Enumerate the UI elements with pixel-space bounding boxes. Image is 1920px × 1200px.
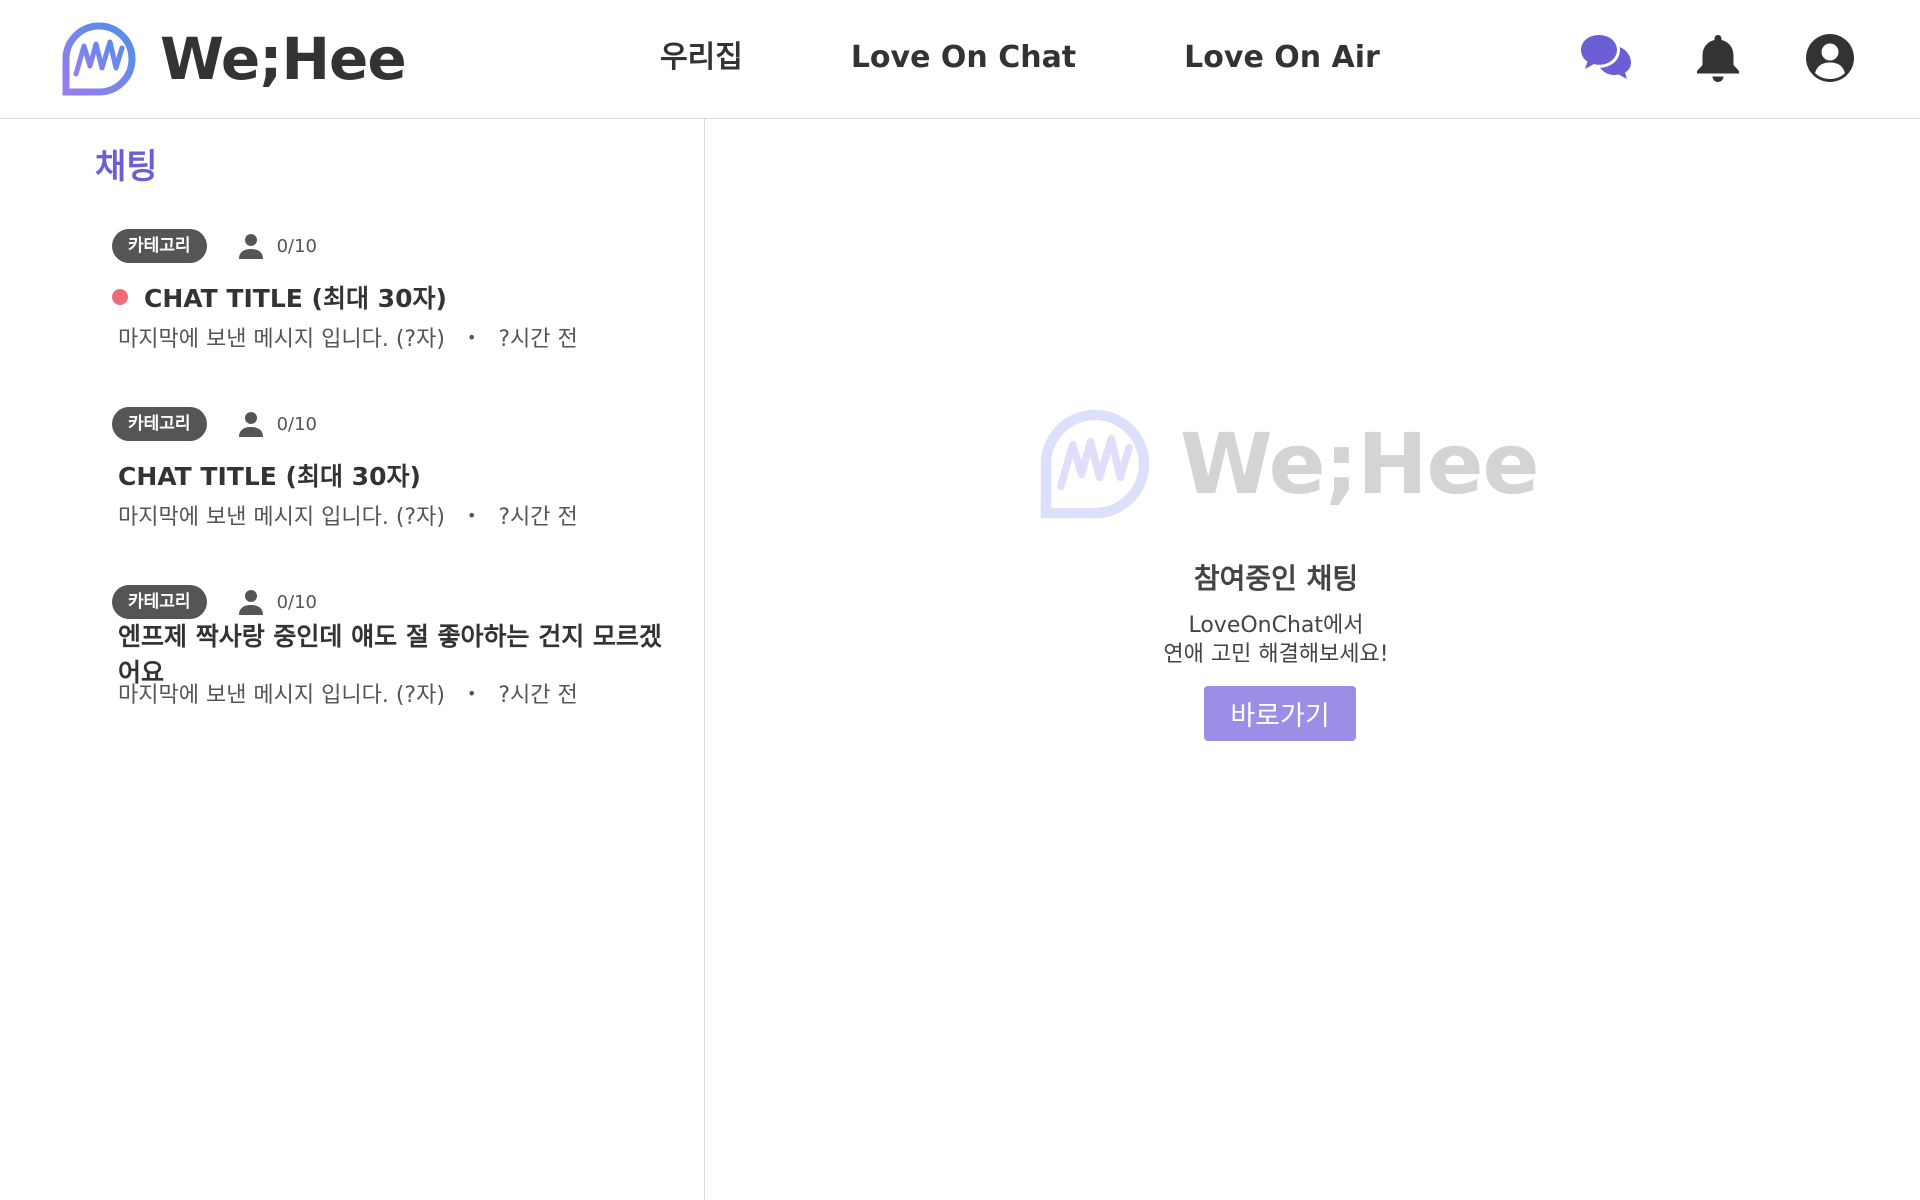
profile-button[interactable] [1802, 30, 1858, 86]
chat-last-message-row: 마지막에 보낸 메시지 입니다. (?자) • ?시간 전 [118, 321, 672, 353]
category-badge: 카테고리 [112, 585, 207, 619]
nav-item-love-on-chat[interactable]: Love On Chat [851, 38, 1076, 78]
top-header: We;Hee 우리집 Love On Chat Love On Air [0, 0, 1920, 119]
chat-button[interactable] [1578, 30, 1634, 86]
header-actions [1578, 30, 1858, 86]
message-time: ?시간 전 [498, 683, 578, 708]
unread-indicator [112, 289, 128, 305]
empty-state-description: LoveOnChat에서 연애 고민 해결해보세요! [706, 611, 1846, 669]
empty-state-title: 참여중인 채팅 [1193, 562, 1359, 595]
message-time: ?시간 전 [498, 327, 578, 352]
logo-link[interactable]: We;Hee [62, 22, 407, 96]
nav-item-home[interactable]: 우리집 [660, 38, 743, 78]
chat-list-item[interactable]: 카테고리 0/10 CHAT TITLE (최대 30자) 마지막에 보낸 메시… [112, 407, 672, 585]
wehee-logo-icon [62, 22, 136, 96]
chat-last-message-row: 마지막에 보낸 메시지 입니다. (?자) • ?시간 전 [118, 499, 672, 531]
chat-meta: 카테고리 0/10 [112, 585, 672, 619]
main-nav: 우리집 Love On Chat Love On Air [660, 38, 1380, 78]
chat-title-row: 엔프제 짝사랑 중인데 얘도 절 좋아하는 건지 모르겠어요 [112, 622, 672, 687]
wehee-logo-icon [1040, 409, 1150, 519]
go-to-chat-button[interactable]: 바로가기 [1204, 686, 1356, 741]
message-time: ?시간 전 [498, 505, 578, 530]
participant-count: 0/10 [276, 413, 317, 435]
chat-title-row: CHAT TITLE (최대 30자) [112, 277, 672, 317]
empty-state-logo-text: We;Hee [1180, 415, 1539, 513]
category-badge: 카테고리 [112, 229, 207, 263]
chat-list-item[interactable]: 카테고리 0/10 CHAT TITLE (최대 30자) 마지막에 보낸 메시… [112, 229, 672, 407]
chat-main-panel: We;Hee 참여중인 채팅 LoveOnChat에서 연애 고민 해결해보세요… [706, 119, 1920, 1200]
chat-title-row: CHAT TITLE (최대 30자) [112, 455, 672, 495]
chat-section-title: 채팅 [95, 147, 158, 187]
chat-title: CHAT TITLE (최대 30자) [118, 462, 421, 491]
nav-item-love-on-air[interactable]: Love On Air [1184, 38, 1380, 78]
bell-icon [1697, 35, 1739, 82]
separator-dot: • [466, 683, 477, 703]
participant-count: 0/10 [276, 591, 317, 613]
category-badge: 카테고리 [112, 407, 207, 441]
logo-text: We;Hee [160, 25, 407, 93]
notification-button[interactable] [1690, 30, 1746, 86]
last-message: 마지막에 보낸 메시지 입니다. (?자) [118, 327, 445, 352]
person-icon [238, 234, 263, 259]
empty-desc-line-1: LoveOnChat에서 [1188, 613, 1364, 638]
empty-state-logo: We;Hee [1040, 409, 1539, 519]
separator-dot: • [466, 505, 477, 525]
last-message: 마지막에 보낸 메시지 입니다. (?자) [118, 505, 445, 530]
separator-dot: • [466, 327, 477, 347]
chat-list-item[interactable]: 카테고리 0/10 엔프제 짝사랑 중인데 얘도 절 좋아하는 건지 모르겠어요… [112, 585, 672, 763]
chat-sidebar: 채팅 카테고리 0/10 CHAT TITLE (최대 30자) 마지막에 보낸… [0, 119, 705, 1200]
last-message: 마지막에 보낸 메시지 입니다. (?자) [118, 683, 445, 708]
empty-desc-line-2: 연애 고민 해결해보세요! [1163, 642, 1389, 667]
participant-count: 0/10 [276, 235, 317, 257]
chat-title: CHAT TITLE (최대 30자) [144, 284, 447, 313]
chat-bubbles-icon [1581, 35, 1631, 79]
person-icon [238, 590, 263, 615]
person-icon [238, 412, 263, 437]
chat-list: 카테고리 0/10 CHAT TITLE (최대 30자) 마지막에 보낸 메시… [112, 229, 672, 763]
user-circle-icon [1806, 34, 1854, 82]
chat-meta: 카테고리 0/10 [112, 229, 672, 263]
chat-meta: 카테고리 0/10 [112, 407, 672, 441]
